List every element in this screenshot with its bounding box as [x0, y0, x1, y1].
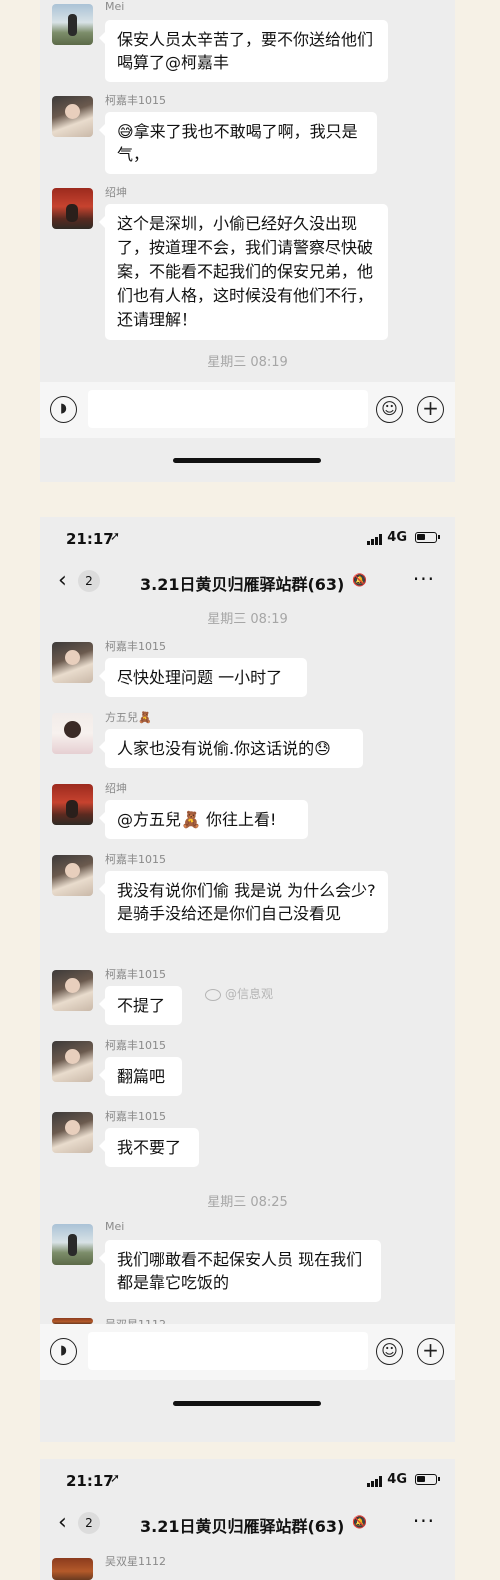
emoji-icon[interactable]: ☺: [376, 396, 403, 423]
message-bubble[interactable]: 人家也没有说偷.你这话说的😓: [99, 729, 363, 768]
status-time: 21:17: [66, 530, 114, 548]
sender-name: 吴双星1112: [105, 1555, 166, 1568]
nav-bar: ‹ 2 3.21日黄贝归雁驿站群(63) 🔕 ···: [40, 1507, 455, 1541]
bell-off-icon: 🔕: [352, 573, 367, 587]
sender-name: 柯嘉丰1015: [105, 853, 166, 866]
status-time: 21:17: [66, 1472, 114, 1490]
sender-name: Mei: [105, 0, 125, 13]
voice-icon[interactable]: ◗: [50, 396, 77, 423]
location-icon: ➚: [110, 529, 121, 543]
sender-name: Mei: [105, 1220, 125, 1233]
sender-name: 柯嘉丰1015: [105, 94, 166, 107]
plus-icon[interactable]: +: [417, 396, 444, 423]
timestamp: 星期三 08:25: [207, 1195, 288, 1210]
voice-icon[interactable]: ◗: [50, 1338, 77, 1365]
home-indicator: [173, 458, 321, 463]
avatar[interactable]: [52, 713, 93, 754]
message-bubble[interactable]: 😅拿来了我也不敢喝了啊，我只是气，: [99, 112, 377, 174]
avatar[interactable]: [52, 784, 93, 825]
timestamp: 星期三 08:19: [207, 612, 288, 627]
input-bar: ◗ ☺ +: [40, 382, 455, 438]
message-bubble[interactable]: 保安人员太辛苦了，要不你送给他们喝算了@柯嘉丰: [99, 20, 388, 82]
plus-icon[interactable]: +: [417, 1338, 444, 1365]
avatar[interactable]: [52, 188, 93, 229]
status-bar: 21:17 ➚ 4G: [40, 1459, 455, 1501]
battery-icon: [415, 532, 440, 543]
chat-screenshot-1: Mei 保安人员太辛苦了，要不你送给他们喝算了@柯嘉丰 柯嘉丰1015 😅拿来了…: [40, 0, 455, 482]
avatar[interactable]: [52, 855, 93, 896]
sender-name: 绍坤: [105, 782, 127, 795]
unread-count-badge[interactable]: 2: [78, 570, 100, 592]
back-chevron-icon[interactable]: ‹: [58, 569, 67, 593]
message-input[interactable]: [88, 390, 368, 428]
sender-name: 方五兒🧸: [105, 711, 152, 724]
avatar[interactable]: [52, 642, 93, 683]
message-input[interactable]: [88, 1332, 368, 1370]
signal-icon: [367, 1476, 385, 1487]
message-bubble[interactable]: 我没有说你们偷 我是说 为什么会少? 是骑手没给还是你们自己没看见: [99, 871, 388, 933]
sender-name: 柯嘉丰1015: [105, 640, 166, 653]
message-bubble[interactable]: 尽快处理问题 一小时了: [99, 658, 307, 697]
message-bubble[interactable]: @方五兒🧸 你往上看!: [99, 800, 308, 839]
more-button[interactable]: ···: [413, 567, 435, 591]
avatar[interactable]: [52, 1558, 93, 1580]
sender-name: 绍坤: [105, 186, 127, 199]
avatar[interactable]: [52, 96, 93, 137]
bell-off-icon: 🔕: [352, 1515, 367, 1529]
network-label: 4G: [387, 530, 407, 545]
more-button[interactable]: ···: [413, 1509, 435, 1533]
message-bubble[interactable]: 翻篇吧: [99, 1057, 182, 1096]
message-bubble[interactable]: 这个是深圳，小偷已经好久没出现了，按道理不会，我们请警察尽快破案，不能看不起我们…: [99, 204, 388, 340]
emoji-icon[interactable]: ☺: [376, 1338, 403, 1365]
chat-screenshot-3: 21:17 ➚ 4G ‹ 2 3.21日黄贝归雁驿站群(63) 🔕 ··· 吴双…: [40, 1459, 455, 1580]
chat-title: 3.21日黄贝归雁驿站群(63): [140, 1517, 345, 1536]
avatar[interactable]: [52, 1041, 93, 1082]
message-bubble[interactable]: 我不要了: [99, 1128, 199, 1167]
location-icon: ➚: [110, 1471, 121, 1485]
nav-bar: ‹ 2 3.21日黄贝归雁驿站群(63) 🔕 ···: [40, 565, 455, 599]
chat-title: 3.21日黄贝归雁驿站群(63): [140, 575, 345, 594]
sender-name: 柯嘉丰1015: [105, 968, 166, 981]
weibo-icon: [205, 988, 221, 1001]
back-chevron-icon[interactable]: ‹: [58, 1511, 67, 1535]
avatar[interactable]: [52, 1224, 93, 1265]
weibo-watermark: @信息观: [205, 985, 273, 1002]
avatar[interactable]: [52, 1112, 93, 1153]
unread-count-badge[interactable]: 2: [78, 1512, 100, 1534]
status-bar: 21:17 ➚ 4G: [40, 517, 455, 559]
timestamp: 星期三 08:19: [207, 355, 288, 370]
sender-name: 柯嘉丰1015: [105, 1110, 166, 1123]
network-label: 4G: [387, 1472, 407, 1487]
avatar[interactable]: [52, 970, 93, 1011]
sender-name: 柯嘉丰1015: [105, 1039, 166, 1052]
avatar[interactable]: [52, 4, 93, 45]
message-bubble[interactable]: 不提了: [99, 986, 182, 1025]
signal-icon: [367, 534, 385, 545]
chat-screenshot-2: 21:17 ➚ 4G ‹ 2 3.21日黄贝归雁驿站群(63) 🔕 ··· 星期…: [40, 517, 455, 1442]
message-bubble[interactable]: 我们哪敢看不起保安人员 现在我们都是靠它吃饭的: [99, 1240, 381, 1302]
input-bar: ◗ ☺ +: [40, 1324, 455, 1380]
home-indicator: [173, 1401, 321, 1406]
battery-icon: [415, 1474, 440, 1485]
